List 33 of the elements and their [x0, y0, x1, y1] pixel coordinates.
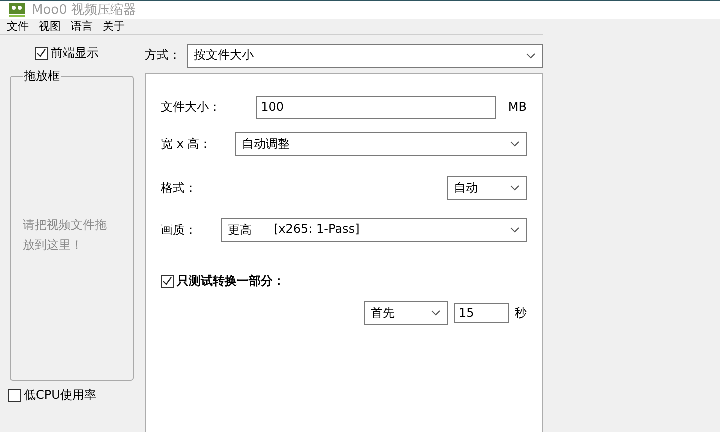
menu-item[interactable]: 关于	[103, 19, 125, 34]
checkbox-label: 只测试转换一部分：	[177, 272, 285, 290]
chevron-down-icon	[526, 52, 536, 58]
dimensions-dropdown[interactable]: 自动调整	[235, 132, 527, 156]
field-label: 宽 x 高：	[161, 136, 213, 152]
unit-label: MB	[508, 100, 527, 114]
checkbox[interactable]	[161, 274, 174, 288]
unit-label: 秒	[515, 304, 527, 322]
chevron-down-icon	[431, 310, 441, 316]
field-label: 文件大小：	[161, 98, 222, 116]
menu-item[interactable]: 语言	[71, 19, 93, 34]
format-dropdown[interactable]: 自动	[447, 176, 527, 200]
mode-dropdown[interactable]: 按文件大小	[187, 44, 543, 68]
field-label: 画质：	[161, 222, 198, 238]
checkbox-label: 前端显示	[51, 45, 99, 62]
group-title: 拖放框	[23, 68, 61, 85]
checkbox[interactable]	[35, 47, 48, 60]
drop-hint: 请把视频文件拖放到这里！	[23, 217, 108, 254]
chevron-down-icon	[510, 141, 520, 147]
field-label: 格式：	[161, 180, 197, 196]
drop-box[interactable]: 拖放框 请把视频文件拖放到这里！	[10, 68, 134, 381]
size-input[interactable]: 100	[256, 96, 496, 118]
field-label: 方式：	[145, 47, 181, 64]
window-title: Moo0 视频压缩器	[32, 2, 137, 19]
menu-item[interactable]: 文件	[7, 19, 29, 34]
menu-item[interactable]: 视图	[39, 19, 61, 34]
position-dropdown[interactable]: 首先	[364, 301, 448, 325]
chevron-down-icon	[510, 227, 520, 233]
checkbox[interactable]	[8, 389, 21, 402]
seconds-input[interactable]: 15	[454, 303, 509, 323]
quality-dropdown[interactable]: 更高 [x265: 1-Pass]	[221, 218, 527, 242]
checkbox-label: 低CPU使用率	[24, 387, 96, 404]
chevron-down-icon	[510, 185, 520, 191]
